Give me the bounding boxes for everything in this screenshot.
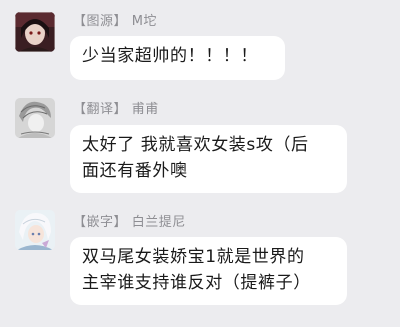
dark-haired-character-avatar-icon	[15, 12, 55, 52]
white-haired-character-avatar-icon	[15, 210, 55, 250]
message-text-line: 双马尾女装娇宝1就是世界的	[82, 247, 305, 267]
sender-label: 【翻译】 甫甫	[73, 102, 159, 117]
grey-sketch-character-avatar-icon	[15, 98, 55, 138]
sender-name: 甫甫	[131, 102, 159, 117]
sender-role: 翻译	[86, 102, 114, 117]
sender-role: 图源	[86, 14, 114, 29]
avatar[interactable]	[15, 210, 55, 250]
sender-label: 【图源】 M坨	[73, 14, 157, 29]
message-text-line: 主宰谁支持谁反对（提裤子）	[82, 273, 311, 293]
message-text-line: 太好了 我就喜欢女装s攻（后	[82, 135, 309, 155]
avatar[interactable]	[15, 98, 55, 138]
message-bubble: 太好了 我就喜欢女装s攻（后 面还有番外噢	[70, 125, 347, 193]
avatar[interactable]	[15, 12, 55, 52]
sender-name: M坨	[131, 14, 157, 29]
message-text-line: 面还有番外噢	[82, 161, 188, 181]
sender-label: 【嵌字】 白兰提尼	[73, 215, 186, 230]
message-bubble: 少当家超帅的！！！！	[70, 36, 285, 80]
sender-role: 嵌字	[86, 215, 114, 230]
message-text-line: 少当家超帅的！！！！	[82, 46, 258, 66]
sender-name: 白兰提尼	[131, 215, 186, 230]
message-bubble: 双马尾女装娇宝1就是世界的 主宰谁支持谁反对（提裤子）	[70, 237, 347, 305]
